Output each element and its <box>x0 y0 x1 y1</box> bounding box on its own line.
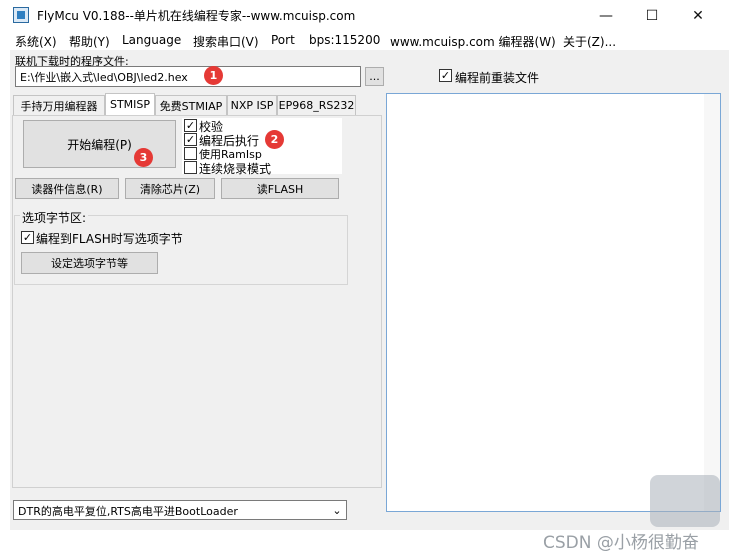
continuous-mode-label: 连续烧录模式 <box>199 162 272 176</box>
browse-button[interactable]: ... <box>365 67 384 86</box>
set-option-bytes-button[interactable]: 设定选项字节等 <box>21 252 158 274</box>
reload-checkbox[interactable]: ✓ <box>439 69 452 82</box>
verify-checkbox[interactable]: ✓ <box>184 119 197 132</box>
annotation-badge-3: 3 <box>134 148 153 167</box>
chat-bubble-icon <box>650 475 720 527</box>
maximize-button[interactable]: ☐ <box>629 0 675 31</box>
annotation-badge-1: 1 <box>204 66 223 85</box>
tab-stmisp[interactable]: STMISP <box>105 93 155 115</box>
close-button[interactable]: ✕ <box>675 0 721 31</box>
check-icon: ✓ <box>185 119 196 132</box>
menu-about[interactable]: 关于(Z)... <box>563 33 616 50</box>
background-window-edge <box>0 110 10 170</box>
tab-nxp-isp[interactable]: NXP ISP <box>227 95 277 115</box>
menu-search-port[interactable]: 搜索串口(V) <box>193 33 259 50</box>
continuous-mode-checkbox[interactable] <box>184 161 197 174</box>
menu-port[interactable]: Port <box>271 33 295 47</box>
menu-bps[interactable]: bps:115200 <box>309 33 380 47</box>
write-option-bytes-checkbox[interactable]: ✓ <box>21 231 34 244</box>
menu-programmer[interactable]: www.mcuisp.com 编程器(W) <box>390 33 556 50</box>
title-bar: FlyMcu V0.188--单片机在线编程专家--www.mcuisp.com… <box>0 0 729 31</box>
menu-system[interactable]: 系统(X) <box>15 33 57 50</box>
menu-bar: 系统(X) 帮助(Y) Language 搜索串口(V) Port bps:11… <box>0 31 729 50</box>
chevron-down-icon[interactable]: ⌄ <box>329 502 345 518</box>
menu-language[interactable]: Language <box>122 33 181 47</box>
bootloader-mode-select[interactable]: DTR的高电平复位,RTS高电平进BootLoader <box>13 500 347 520</box>
menu-help[interactable]: 帮助(Y) <box>69 33 110 50</box>
app-icon <box>13 7 29 23</box>
minimize-button[interactable]: — <box>583 0 629 31</box>
annotation-badge-2: 2 <box>265 130 284 149</box>
tab-handheld[interactable]: 手持万用编程器 <box>13 95 105 115</box>
option-bytes-label: 选项字节区: <box>20 209 89 226</box>
watermark-text: CSDN @小杨很勤奋 <box>543 533 699 553</box>
erase-chip-button[interactable]: 清除芯片(Z) <box>125 178 215 199</box>
start-program-button[interactable]: 开始编程(P) <box>23 120 176 168</box>
output-log[interactable] <box>386 93 721 512</box>
use-ramisp-checkbox[interactable] <box>184 147 197 160</box>
output-scrollbar[interactable] <box>704 94 720 511</box>
read-device-info-button[interactable]: 读器件信息(R) <box>15 178 119 199</box>
run-after-program-checkbox[interactable]: ✓ <box>184 133 197 146</box>
tab-stmiap[interactable]: 免费STMIAP <box>155 95 227 115</box>
check-icon: ✓ <box>185 133 196 146</box>
window-title: FlyMcu V0.188--单片机在线编程专家--www.mcuisp.com <box>37 9 356 23</box>
read-flash-button[interactable]: 读FLASH <box>221 178 339 199</box>
check-icon: ✓ <box>22 231 33 244</box>
check-icon: ✓ <box>440 69 451 82</box>
tab-ep968[interactable]: EP968_RS232 <box>277 95 356 115</box>
reload-label: 编程前重装文件 <box>455 71 540 85</box>
write-option-bytes-label: 编程到FLASH时写选项字节 <box>36 232 183 246</box>
file-path-input[interactable]: E:\作业\嵌入式\led\OBJ\led2.hex <box>15 66 361 87</box>
